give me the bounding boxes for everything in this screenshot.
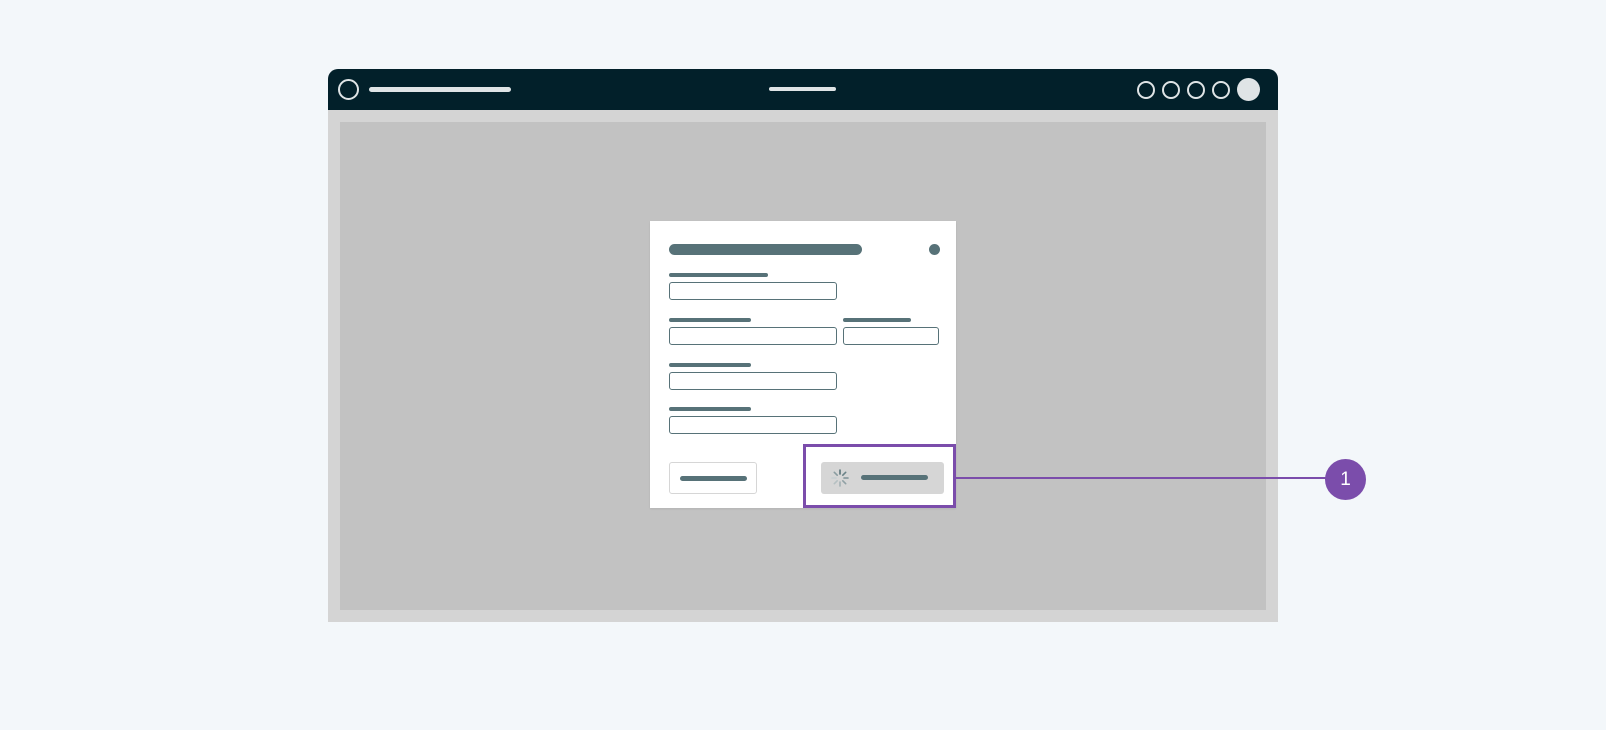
toolbar-icon-1[interactable] xyxy=(1137,81,1155,99)
toolbar-icon-2[interactable] xyxy=(1162,81,1180,99)
app-logo-icon[interactable] xyxy=(338,79,359,100)
field-label-placeholder xyxy=(669,318,751,322)
close-icon[interactable] xyxy=(929,244,940,255)
avatar-icon[interactable] xyxy=(1237,78,1260,101)
button-label-placeholder xyxy=(680,476,747,481)
cancel-button[interactable] xyxy=(669,462,757,494)
dialog-title-placeholder xyxy=(669,244,862,255)
top-navigation-bar xyxy=(328,69,1278,110)
callout-leader-line xyxy=(956,477,1328,479)
field-label-placeholder xyxy=(843,318,911,322)
text-field[interactable] xyxy=(669,282,837,300)
text-field-short[interactable] xyxy=(843,327,939,345)
toolbar-icon-3[interactable] xyxy=(1187,81,1205,99)
text-field[interactable] xyxy=(669,372,837,390)
field-label-placeholder xyxy=(669,407,751,411)
text-field[interactable] xyxy=(669,416,837,434)
toolbar-icon-4[interactable] xyxy=(1212,81,1230,99)
app-title-placeholder xyxy=(369,87,511,92)
field-label-placeholder xyxy=(669,363,751,367)
page-title-placeholder xyxy=(769,87,836,91)
callout-highlight-box xyxy=(803,444,956,508)
field-label-placeholder xyxy=(669,273,768,277)
callout-badge: 1 xyxy=(1325,459,1366,500)
text-field[interactable] xyxy=(669,327,837,345)
